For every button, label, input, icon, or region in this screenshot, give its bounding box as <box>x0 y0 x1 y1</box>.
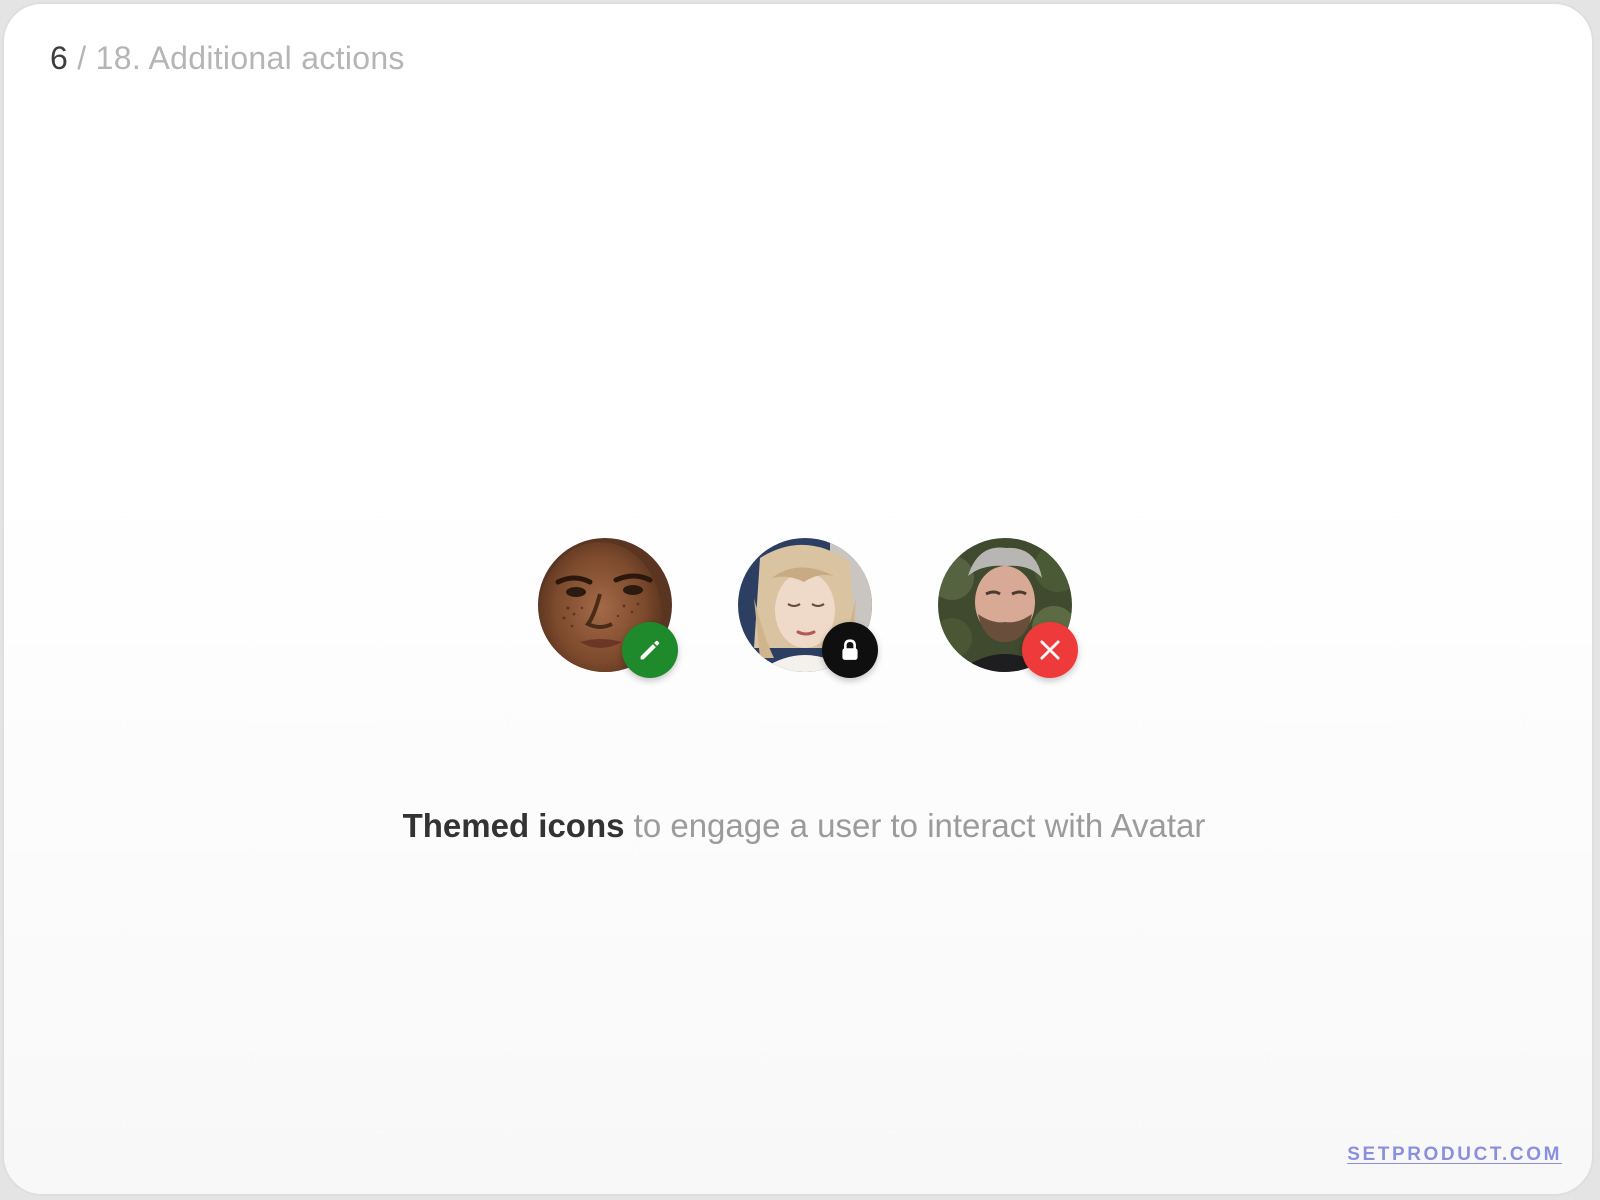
setproduct-link[interactable]: SETPRODUCT.COM <box>1347 1144 1562 1166</box>
avatar-lock[interactable] <box>738 538 878 678</box>
edit-badge[interactable] <box>622 622 678 678</box>
page-number: 6 <box>50 40 69 76</box>
slide-card: 6 / 18. Additional actions Themed icons … <box>2 2 1594 1196</box>
avatar-remove[interactable] <box>938 538 1078 678</box>
lock-icon <box>842 639 858 660</box>
caption-text: to engage a user to interact with Avatar <box>624 807 1206 844</box>
page-section-title: / 18. Additional actions <box>68 40 405 76</box>
page-title: 6 / 18. Additional actions <box>50 40 405 77</box>
remove-badge[interactable] <box>1022 622 1078 678</box>
avatar-row <box>538 538 1078 688</box>
close-icon <box>1040 640 1060 660</box>
pencil-icon <box>640 640 660 660</box>
lock-badge[interactable] <box>822 622 878 678</box>
caption-highlight: Themed icons <box>402 807 625 844</box>
caption: Themed icons to engage a user to interac… <box>4 807 1592 845</box>
avatar-edit[interactable] <box>538 538 678 678</box>
